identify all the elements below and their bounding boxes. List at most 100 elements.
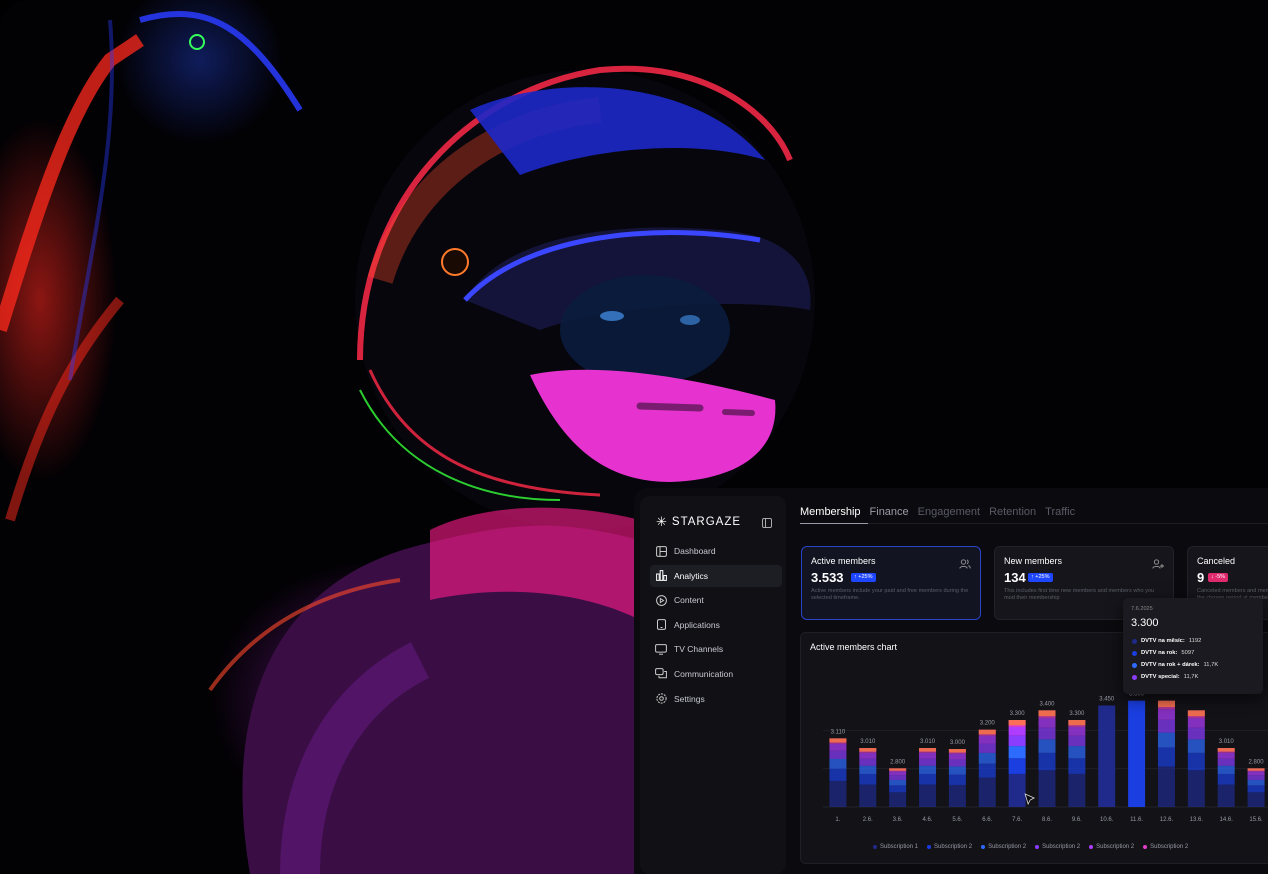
bar-segment[interactable] [1217, 758, 1235, 766]
bar-segment[interactable] [1008, 726, 1026, 736]
tab-finance[interactable]: Finance [870, 506, 909, 518]
legend-item[interactable]: Subscription 2 [1143, 844, 1188, 850]
bar-segment[interactable] [978, 763, 996, 778]
bar-segment[interactable] [889, 771, 907, 776]
bar-segment[interactable] [1157, 732, 1175, 748]
bar-segment[interactable] [1038, 727, 1056, 740]
bar-segment[interactable] [948, 759, 966, 767]
sidebar-item-analytics[interactable]: Analytics [650, 564, 782, 587]
legend-item[interactable]: Subscription 1 [873, 844, 918, 850]
sidebar-item-applications[interactable]: Applications [650, 614, 782, 636]
bar-segment[interactable] [829, 780, 847, 807]
bar-segment[interactable] [1068, 726, 1086, 736]
bar-segment[interactable] [1157, 709, 1175, 720]
bar-segment[interactable] [1217, 773, 1235, 785]
legend-item[interactable]: Subscription 2 [981, 844, 1026, 850]
legend-item[interactable]: Subscription 2 [1035, 844, 1080, 850]
bar-segment[interactable] [1128, 700, 1146, 807]
bar-segment[interactable] [1008, 773, 1026, 807]
sidebar-item-tv-channels[interactable]: TV Channels [650, 638, 782, 660]
bar-segment[interactable] [1247, 775, 1265, 780]
sidebar-item-settings[interactable]: Settings [650, 688, 782, 710]
bar-segment[interactable] [919, 758, 937, 766]
bar-segment[interactable] [889, 792, 907, 807]
bar-segment[interactable] [1038, 752, 1056, 771]
sidebar-item-content[interactable]: Content [650, 589, 782, 611]
bar-segment[interactable] [1068, 773, 1086, 807]
bar-segment[interactable] [1008, 720, 1026, 726]
bar-segment[interactable] [1068, 720, 1086, 726]
bar-segment[interactable] [1157, 766, 1175, 807]
bar-segment[interactable] [859, 765, 877, 774]
bar-segment[interactable] [978, 729, 996, 735]
bar-segment[interactable] [978, 777, 996, 807]
bar-segment[interactable] [919, 748, 937, 752]
bar-segment[interactable] [1038, 718, 1056, 728]
bar-segment[interactable] [889, 768, 907, 771]
bar-segment[interactable] [1038, 710, 1056, 717]
bar-segment[interactable] [889, 779, 907, 786]
bar-segment[interactable] [1068, 735, 1086, 747]
tab-membership[interactable]: Membership [800, 506, 861, 518]
bar-segment[interactable] [1008, 746, 1026, 759]
bar-segment[interactable] [859, 784, 877, 807]
bar-segment[interactable] [1217, 784, 1235, 807]
bar-segment[interactable] [1038, 770, 1056, 807]
bar-segment[interactable] [919, 752, 937, 759]
bar-segment[interactable] [948, 749, 966, 753]
bar-segment[interactable] [1157, 747, 1175, 767]
bar-segment[interactable] [889, 785, 907, 793]
legend-item[interactable]: Subscription 2 [1089, 844, 1134, 850]
bar-segment[interactable] [978, 752, 996, 764]
bar-segment[interactable] [859, 748, 877, 752]
bar-segment[interactable] [1068, 746, 1086, 759]
bar-segment[interactable] [1187, 718, 1205, 728]
active-members-card[interactable]: Active members 3.533 ↑ +25% Active membe… [801, 546, 981, 620]
bar-segment[interactable] [1217, 752, 1235, 759]
bar-segment[interactable] [1247, 785, 1265, 793]
tab-retention[interactable]: Retention [989, 506, 1036, 518]
bar-segment[interactable] [1247, 768, 1265, 771]
bar-segment[interactable] [1038, 739, 1056, 753]
bar-segment[interactable] [1217, 748, 1235, 752]
sidebar-collapse-icon[interactable] [762, 518, 772, 528]
bar-segment[interactable] [829, 750, 847, 759]
bar-segment[interactable] [1187, 770, 1205, 807]
bar-segment[interactable] [1247, 779, 1265, 786]
bar-segment[interactable] [1157, 700, 1175, 708]
bar-segment[interactable] [1008, 735, 1026, 747]
bar-segment[interactable] [1068, 758, 1086, 774]
bar-segment[interactable] [829, 743, 847, 751]
bar-segment[interactable] [1008, 758, 1026, 774]
bar-segment[interactable] [948, 784, 966, 807]
bar-segment[interactable] [1187, 710, 1205, 717]
bar-segment[interactable] [948, 753, 966, 760]
bar-segment[interactable] [829, 768, 847, 781]
brand[interactable]: ✳ STARGAZE [656, 514, 741, 530]
bar-segment[interactable] [919, 784, 937, 807]
bar-segment[interactable] [889, 775, 907, 780]
bar-segment[interactable] [948, 774, 966, 785]
bar-segment[interactable] [1187, 739, 1205, 753]
tab-engagement[interactable]: Engagement [918, 506, 980, 518]
bar-segment[interactable] [859, 773, 877, 785]
bar-segment[interactable] [859, 752, 877, 759]
bar-segment[interactable] [1247, 792, 1265, 807]
bar-segment[interactable] [859, 758, 877, 766]
bar-segment[interactable] [1098, 705, 1116, 808]
bar-segment[interactable] [978, 735, 996, 744]
legend-item[interactable]: Subscription 2 [927, 844, 972, 850]
bar-segment[interactable] [948, 766, 966, 775]
sidebar-item-dashboard[interactable]: Dashboard [650, 540, 782, 562]
bar-segment[interactable] [829, 738, 847, 743]
tab-traffic[interactable]: Traffic [1045, 506, 1075, 518]
bar-segment[interactable] [919, 765, 937, 774]
bar-segment[interactable] [829, 758, 847, 769]
bar-segment[interactable] [1187, 727, 1205, 740]
bar-segment[interactable] [919, 773, 937, 785]
bar-segment[interactable] [1217, 765, 1235, 774]
sidebar-item-communication[interactable]: Communication [650, 663, 782, 685]
bar-segment[interactable] [1247, 771, 1265, 776]
bar-segment[interactable] [978, 743, 996, 753]
bar-segment[interactable] [1187, 752, 1205, 771]
